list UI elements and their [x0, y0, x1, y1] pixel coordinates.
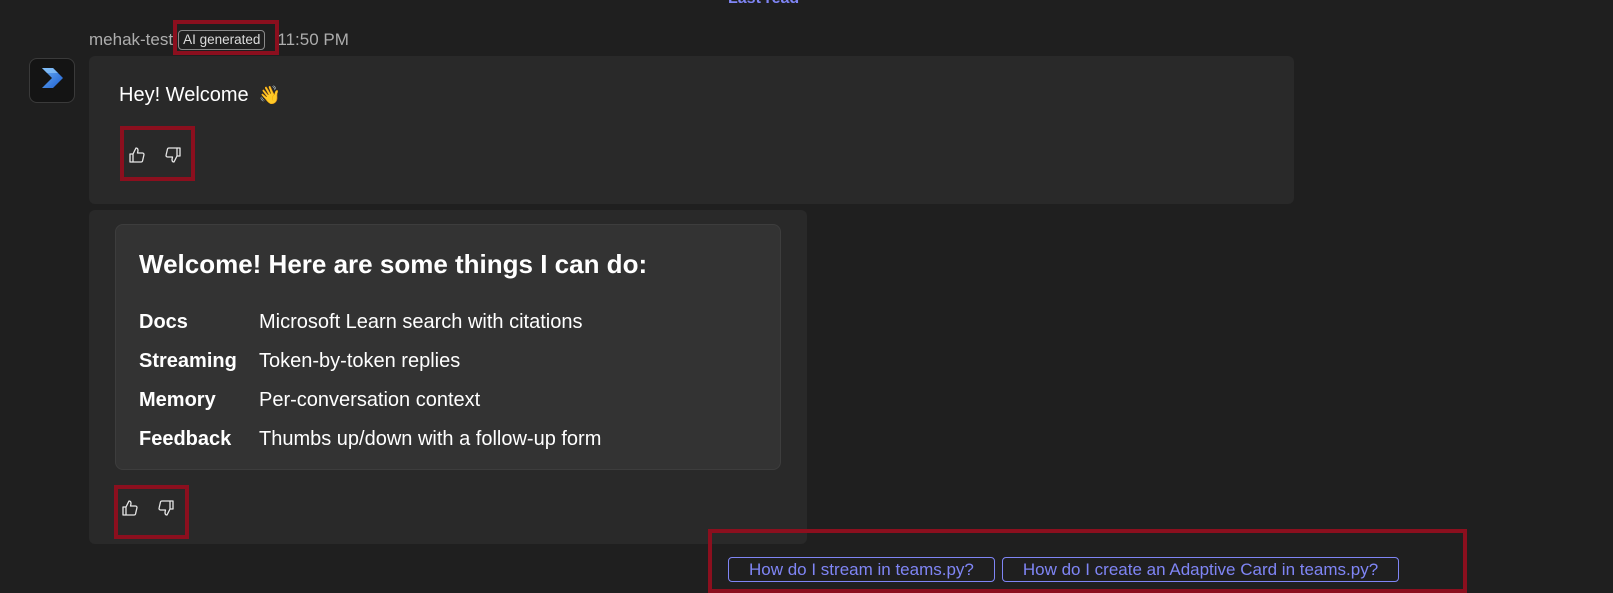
- message-bubble-greeting: Hey! Welcome 👋: [89, 56, 1294, 204]
- card-row-value: Microsoft Learn search with citations: [259, 311, 583, 333]
- feedback-buttons: [126, 144, 184, 166]
- adaptive-card: Welcome! Here are some things I can do: …: [115, 224, 781, 470]
- card-row: Streaming Token-by-token replies: [139, 342, 601, 381]
- waving-hand-emoji: 👋: [258, 85, 282, 105]
- last-read-divider-label: Last read: [728, 0, 799, 8]
- thumbs-up-icon[interactable]: [119, 497, 141, 519]
- card-row-key: Docs: [139, 311, 188, 333]
- thumbs-down-icon[interactable]: [155, 497, 177, 519]
- greeting-text-row: Hey! Welcome 👋: [119, 84, 281, 107]
- card-row-value: Token-by-token replies: [259, 350, 461, 372]
- bot-avatar[interactable]: [29, 58, 75, 103]
- card-row: Feedback Thumbs up/down with a follow-up…: [139, 420, 601, 459]
- copilot-chevron-icon: [39, 66, 65, 95]
- card-fact-list: Docs Microsoft Learn search with citatio…: [139, 303, 601, 459]
- card-row-key: Streaming: [139, 350, 237, 372]
- message-timestamp: 11:50 PM: [277, 30, 349, 49]
- thumbs-up-icon[interactable]: [126, 144, 148, 166]
- thumbs-down-icon[interactable]: [162, 144, 184, 166]
- message-bubble-card: Welcome! Here are some things I can do: …: [89, 210, 807, 544]
- card-row: Memory Per-conversation context: [139, 381, 601, 420]
- greeting-text: Hey! Welcome: [119, 84, 249, 106]
- message-header: mehak-test AI generated 11:50 PM: [89, 28, 349, 52]
- suggested-actions: How do I stream in teams.py? How do I cr…: [728, 557, 1400, 582]
- feedback-buttons: [119, 497, 177, 519]
- card-row-value: Per-conversation context: [259, 389, 481, 411]
- ai-generated-badge: AI generated: [178, 30, 266, 50]
- sender-name[interactable]: mehak-test: [89, 30, 173, 50]
- suggestion-adaptive-card-button[interactable]: How do I create an Adaptive Card in team…: [1001, 557, 1400, 582]
- card-row-key: Memory: [139, 389, 216, 411]
- suggestion-stream-button[interactable]: How do I stream in teams.py?: [728, 557, 995, 582]
- card-row: Docs Microsoft Learn search with citatio…: [139, 303, 601, 342]
- card-row-key: Feedback: [139, 428, 232, 450]
- card-title: Welcome! Here are some things I can do:: [139, 249, 648, 279]
- card-row-value: Thumbs up/down with a follow-up form: [259, 428, 602, 450]
